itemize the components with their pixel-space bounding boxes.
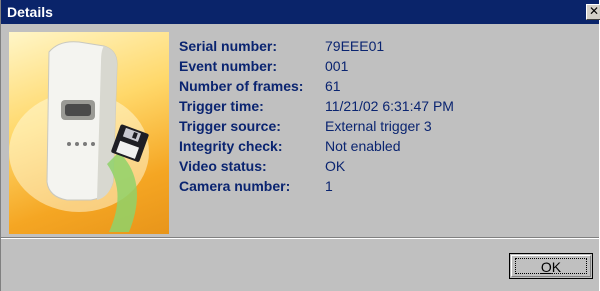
detail-value: OK: [325, 158, 346, 174]
detail-label: Integrity check:: [179, 138, 283, 154]
detail-value: 1: [325, 178, 333, 194]
ok-button-label: OK: [515, 258, 587, 275]
detail-row-integrity-check: Integrity check: Not enabled: [179, 136, 454, 156]
detail-label: Trigger time:: [179, 98, 264, 114]
detail-label: Trigger source:: [179, 118, 281, 134]
detail-row-trigger-time: Trigger time: 11/21/02 6:31:47 PM: [179, 96, 454, 116]
ok-label-rest: K: [551, 259, 562, 275]
title-bar[interactable]: Details ✕: [1, 0, 600, 24]
detail-value: Not enabled: [325, 138, 401, 154]
detail-label: Video status:: [179, 158, 267, 174]
event-image-panel: [9, 32, 169, 234]
close-button[interactable]: ✕: [586, 4, 600, 20]
motion-detector-icon: [9, 41, 149, 232]
close-icon: ✕: [588, 4, 600, 18]
detail-row-trigger-source: Trigger source: External trigger 3: [179, 116, 454, 136]
detail-row-event-number: Event number: 001: [179, 56, 454, 76]
detail-value: 61: [325, 78, 341, 94]
detail-row-video-status: Video status: OK: [179, 156, 454, 176]
detail-value: External trigger 3: [325, 118, 432, 134]
ok-mnemonic: O: [540, 259, 552, 275]
detail-row-number-of-frames: Number of frames: 61: [179, 76, 454, 96]
detail-row-serial-number: Serial number: 79EEE01: [179, 36, 454, 56]
detail-row-camera-number: Camera number: 1: [179, 176, 454, 196]
ok-button[interactable]: OK: [509, 253, 593, 279]
button-bar: OK: [1, 239, 599, 291]
details-dialog: Details ✕ Serial number: 79EEE01 Event n…: [0, 0, 600, 291]
detail-label: Event number:: [179, 58, 278, 74]
detail-label: Camera number:: [179, 178, 291, 194]
detail-label: Serial number:: [179, 38, 278, 54]
window-title: Details: [7, 4, 53, 20]
detail-label: Number of frames:: [179, 78, 304, 94]
detail-value: 79EEE01: [325, 38, 385, 54]
content-area: Serial number: 79EEE01 Event number: 001…: [1, 24, 599, 237]
detail-value: 11/21/02 6:31:47 PM: [325, 98, 454, 114]
detail-value: 001: [325, 58, 349, 74]
details-table: Serial number: 79EEE01 Event number: 001…: [179, 36, 454, 196]
